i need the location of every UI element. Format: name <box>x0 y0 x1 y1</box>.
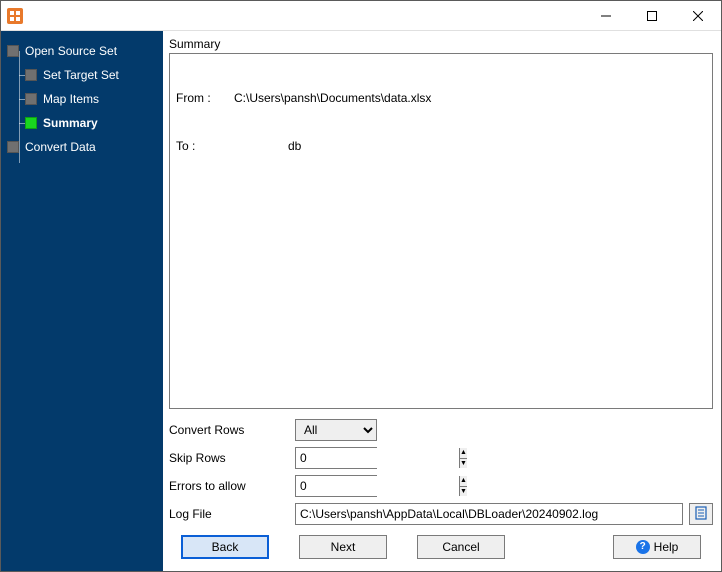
log-file-input[interactable] <box>295 503 683 525</box>
spinner-down-icon[interactable]: ▼ <box>460 459 467 469</box>
convert-rows-select[interactable]: All <box>295 419 377 441</box>
step-marker-icon <box>25 69 37 81</box>
skip-rows-spinner[interactable]: ▲ ▼ <box>295 447 377 469</box>
skip-rows-input[interactable] <box>296 448 459 468</box>
spinner-up-icon[interactable]: ▲ <box>460 448 467 459</box>
file-icon <box>695 506 707 523</box>
summary-from-value: C:\Users\pansh\Documents\data.xlsx <box>234 90 431 106</box>
cancel-button[interactable]: Cancel <box>417 535 505 559</box>
app-window: Open Source Set Set Target Set Map Items… <box>0 0 722 572</box>
spinner-down-icon[interactable]: ▼ <box>460 487 467 497</box>
wizard-step-open-source-set[interactable]: Open Source Set <box>1 39 163 63</box>
help-icon: ? <box>636 540 650 554</box>
main-panel: Summary From : C:\Users\pansh\Documents\… <box>163 31 721 571</box>
wizard-step-label: Summary <box>43 116 98 130</box>
button-label: Cancel <box>442 540 479 554</box>
app-icon <box>7 8 23 24</box>
summary-to-value: db <box>288 138 301 154</box>
wizard-step-summary[interactable]: Summary <box>1 111 163 135</box>
help-button[interactable]: ? Help <box>613 535 701 559</box>
close-button[interactable] <box>675 1 721 30</box>
summary-to-key: To : <box>176 138 234 154</box>
errors-allow-label: Errors to allow <box>169 479 295 493</box>
back-button[interactable]: Back <box>181 535 269 559</box>
maximize-button[interactable] <box>629 1 675 30</box>
errors-allow-input[interactable] <box>296 476 459 496</box>
step-marker-icon <box>7 141 19 153</box>
step-marker-icon <box>25 117 37 129</box>
titlebar <box>1 1 721 31</box>
wizard-step-label: Set Target Set <box>43 68 119 82</box>
wizard-step-label: Map Items <box>43 92 99 106</box>
step-marker-icon <box>25 93 37 105</box>
summary-textbox[interactable]: From : C:\Users\pansh\Documents\data.xls… <box>169 53 713 409</box>
spinner-up-icon[interactable]: ▲ <box>460 476 467 487</box>
skip-rows-label: Skip Rows <box>169 451 295 465</box>
button-label: Back <box>212 540 239 554</box>
section-title: Summary <box>169 37 713 51</box>
wizard-step-label: Open Source Set <box>25 44 117 58</box>
summary-from-key: From : <box>176 90 234 106</box>
body: Open Source Set Set Target Set Map Items… <box>1 31 721 571</box>
minimize-button[interactable] <box>583 1 629 30</box>
wizard-step-label: Convert Data <box>25 140 96 154</box>
button-label: Next <box>331 540 356 554</box>
step-marker-icon <box>7 45 19 57</box>
errors-allow-spinner[interactable]: ▲ ▼ <box>295 475 377 497</box>
button-bar: Back Next Cancel ? Help <box>169 525 713 571</box>
wizard-step-convert-data[interactable]: Convert Data <box>1 135 163 159</box>
next-button[interactable]: Next <box>299 535 387 559</box>
window-controls <box>583 1 721 30</box>
button-label: Help <box>654 540 679 554</box>
wizard-sidebar: Open Source Set Set Target Set Map Items… <box>1 31 163 571</box>
convert-rows-label: Convert Rows <box>169 423 295 437</box>
wizard-step-map-items[interactable]: Map Items <box>1 87 163 111</box>
options-grid: Convert Rows All Skip Rows ▲ ▼ <box>169 419 713 525</box>
browse-log-file-button[interactable] <box>689 503 713 525</box>
log-file-label: Log File <box>169 507 295 521</box>
wizard-step-set-target-set[interactable]: Set Target Set <box>1 63 163 87</box>
